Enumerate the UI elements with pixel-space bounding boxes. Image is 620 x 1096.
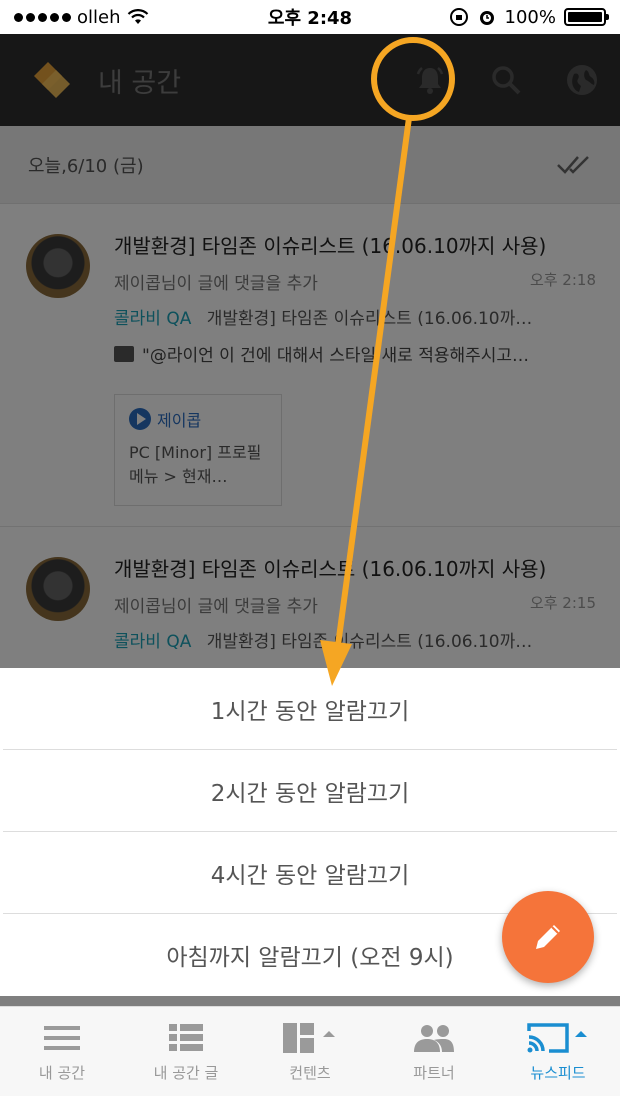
tab-label: 내 공간 글 (153, 1064, 219, 1082)
rotation-lock-icon (449, 8, 468, 26)
dashboard-icon (283, 1023, 335, 1053)
mute-2h-option[interactable]: 2시간 동안 알람끄기 (3, 750, 617, 832)
tab-newsfeed[interactable]: 뉴스피드 (496, 1007, 620, 1096)
menu-icon (44, 1026, 80, 1050)
battery-icon (564, 8, 609, 26)
tab-contents[interactable]: 컨텐츠 (248, 1007, 372, 1096)
status-bar: olleh 오후 2:48 100% (0, 0, 620, 34)
compose-button[interactable] (502, 891, 594, 983)
alarm-icon (479, 11, 494, 25)
tab-my-space[interactable]: 내 공간 (0, 1007, 124, 1096)
battery-label: 100% (504, 6, 556, 28)
list-icon (169, 1024, 203, 1051)
carrier-label: olleh (77, 6, 121, 28)
people-icon (414, 1025, 454, 1052)
tab-my-space-posts[interactable]: 내 공간 글 (124, 1007, 248, 1096)
carrier-info: olleh (14, 7, 149, 28)
tab-label: 뉴스피드 (530, 1064, 586, 1082)
bottom-tab-bar: 내 공간 내 공간 글 컨텐츠 파트너 뉴스피드 (0, 1006, 620, 1096)
signal-icon (14, 12, 71, 22)
mute-1h-option[interactable]: 1시간 동안 알람끄기 (3, 668, 617, 750)
tab-label: 내 공간 (38, 1064, 86, 1082)
tab-label: 파트너 (413, 1064, 455, 1082)
tab-partners[interactable]: 파트너 (372, 1007, 496, 1096)
pencil-icon (536, 925, 560, 949)
cast-icon (527, 1023, 587, 1053)
tab-label: 컨텐츠 (289, 1064, 331, 1082)
wifi-icon (127, 9, 148, 24)
